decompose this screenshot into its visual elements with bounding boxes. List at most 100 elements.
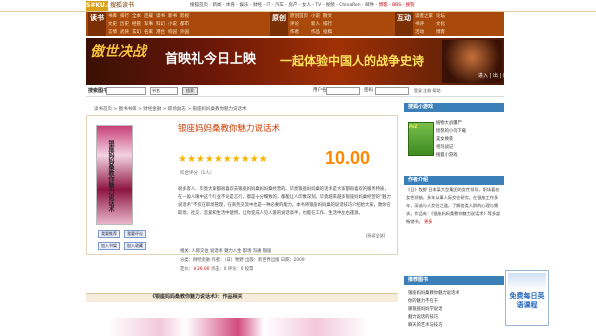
recommend-link[interactable]: 聊天的艺术与技巧 [408, 322, 442, 330]
banner-headline: 首映礼今日上映 [165, 52, 257, 67]
nav-link[interactable]: 文史 [108, 21, 117, 28]
rating-stars[interactable]: ★★★★★★★★★★ [178, 154, 268, 166]
game-link[interactable]: 祖玛战记 [436, 144, 453, 152]
search-button[interactable]: 搜索 [182, 87, 198, 95]
nav-link[interactable]: 文化 [436, 21, 445, 28]
nav-title-interact[interactable]: 互动 [395, 12, 413, 36]
nav-link[interactable]: 名家 [144, 29, 153, 36]
recommend-link[interactable]: 银座妈妈桑教你魅力说话术 [408, 290, 460, 298]
nav-link[interactable]: 作品 [311, 29, 320, 36]
author-intro-text: 《日》牧野 日本某大型集团的女性领导，职场著名女性领袖，多年从事人际交往研究。在… [406, 186, 502, 226]
game-link[interactable]: 愤怒的小鸟下载 [436, 128, 466, 136]
search-type-select[interactable]: 书名 [150, 87, 178, 95]
nav-link[interactable]: 影视 [180, 13, 189, 20]
search-bar [86, 86, 504, 97]
recommend-button[interactable]: 我要推荐 [98, 230, 120, 238]
nav-link[interactable]: 排行 [323, 21, 332, 28]
top-links-highlight[interactable]: 博客 - BBS - 搜狗 [379, 3, 415, 8]
nav-link[interactable]: 论坛 [436, 13, 445, 20]
nav-link[interactable]: 小说 [311, 13, 320, 20]
nav-grid-original: 原创首页 小说 散文评论 新人 排行作者 作品 投稿 [290, 13, 332, 36]
book-tags[interactable]: 相关: 人际交往 说话术 魅力人生 职场 沟通 银座 [180, 248, 271, 255]
nav-link[interactable]: 原创首页 [290, 13, 308, 20]
game-link[interactable]: 植物大战僵尸 [436, 120, 462, 128]
search-label: 搜索图书 [88, 88, 109, 94]
recommend-link[interactable]: 跟银座妈妈学说话 [408, 306, 442, 314]
banner-play-links[interactable]: 进入 | 出 | 启 [478, 73, 508, 80]
nav-link[interactable]: 书评 [415, 21, 433, 28]
nav-link[interactable]: 投稿 [323, 29, 332, 36]
banner-game-title: 傲世决战 [90, 44, 146, 60]
comment-button[interactable]: 我要评论 [124, 230, 146, 238]
nav-link[interactable]: 博客 [436, 29, 445, 36]
banner-slogan: 一起体验中国人的战争史诗 [280, 54, 425, 68]
book-meta-line1: 分类：财经金融 作者：（日）牧野 出版：新世界出版 日期：2009 [180, 258, 305, 263]
book-description: 很多客人、毕竟大家都很喜欢去银座妈妈桑妈妈桑经营的。毕竟银座妈妈桑的话术是大家都… [178, 187, 391, 216]
nav-link[interactable]: 小说 [168, 21, 177, 28]
recommend-link[interactable]: 魅力说话的技巧 [408, 314, 438, 322]
nav-link[interactable]: 读书 [156, 13, 165, 20]
nav-link[interactable]: 言情 [108, 29, 117, 36]
nav-link[interactable]: 玄幻 [132, 29, 141, 36]
game-link[interactable]: 美女换装 [436, 136, 453, 144]
nav-link[interactable]: 都市 [180, 21, 189, 28]
price-label: 定价： [180, 267, 193, 272]
rating-count: 综合评分（1人） [180, 171, 215, 176]
nav-grid-read: 书库 排行 全本 连载 读书 新书 影视文史 历史 经管 军事 科幻 小说 都市言情 武侠 玄幻 名家 港台 校园… [108, 13, 189, 36]
nav-link[interactable]: 港台 [156, 29, 165, 36]
game-thumbnail-label: PvZ [409, 124, 418, 129]
add-favorite-button[interactable]: 加入收藏 [124, 242, 146, 250]
nav-link[interactable]: 经管 [132, 21, 141, 28]
password-input[interactable] [375, 87, 409, 95]
top-links-main[interactable]: 搜狐首页 - 新闻 - 体育 - 娱乐 - 财经 - IT - 汽车 - 房产 … [190, 3, 377, 8]
nav-link[interactable]: 外国 [180, 29, 189, 36]
nav-link[interactable]: 读者之家 [415, 13, 433, 20]
username-input[interactable] [326, 87, 360, 95]
book-title: 银座妈妈桑教你魅力说话术 [178, 124, 281, 134]
nav-link[interactable]: 新书 [168, 13, 177, 20]
login-links[interactable]: 登录 注册 帮助 [414, 87, 441, 95]
meta-stats: 点击：0 评论：0 投票 [209, 267, 254, 272]
book-cover-title: 银座妈妈桑教你魅力说话术 [107, 140, 114, 212]
top-links[interactable]: 搜狐首页 - 新闻 - 体育 - 娱乐 - 财经 - IT - 汽车 - 房产 … [190, 2, 415, 10]
recommend-link[interactable]: 你的魅力不在于 [408, 298, 438, 306]
nav-link[interactable]: 活动 [415, 29, 433, 36]
english-course-ad-text: 免费每日英语课程 [509, 292, 545, 309]
nav-link[interactable]: 散文 [323, 13, 332, 20]
site-section-name[interactable]: 搜狐读书 [110, 1, 134, 11]
nav-title-read[interactable]: 读书 [88, 12, 106, 36]
nav-link[interactable]: 连载 [144, 13, 153, 20]
breadcrumb[interactable]: 读书首页 > 图书书库 > 财经金融 > 职场励志 > 银座妈妈桑教你魅力说话术 [94, 106, 247, 113]
nav-link[interactable]: 书库 [108, 13, 117, 20]
nav-link[interactable]: 军事 [144, 21, 153, 28]
nav-link[interactable]: 历史 [120, 21, 129, 28]
english-course-ad-image [508, 273, 546, 290]
nav-link[interactable]: 排行 [120, 13, 129, 20]
author-more-link[interactable]: 更多 [424, 219, 432, 224]
nav-title-original[interactable]: 原创 [270, 12, 288, 36]
read-more-link[interactable]: [阅读全部] [366, 233, 385, 239]
game-link[interactable]: 搜狐小游戏 [436, 152, 457, 160]
password-label: 密码 [364, 88, 373, 93]
search-type-value: 书名 [152, 88, 160, 93]
nav-link[interactable]: 科幻 [156, 21, 165, 28]
search-input[interactable] [106, 87, 146, 95]
author-intro-header: 作者介绍 [404, 176, 504, 185]
games-header[interactable]: 搜狐小游戏 [404, 103, 504, 112]
nav-link[interactable]: 评论 [290, 21, 308, 28]
price-value: ￥26.00 [192, 267, 210, 272]
related-books-strip[interactable] [108, 318, 368, 336]
rating-score: 10.00 [325, 148, 371, 168]
related-section-title: 《银座妈妈桑教你魅力说话术》：作品相关 [150, 294, 243, 300]
nav-link[interactable]: 全本 [132, 13, 141, 20]
nav-grid-interact: 读者之家 论坛 书评 文化 活动 博客 [415, 13, 445, 36]
nav-link[interactable]: 作者 [290, 29, 308, 36]
nav-link[interactable]: 武侠 [120, 29, 129, 36]
book-meta-line2: 定价：￥26.00 点击：0 评论：0 投票 [180, 266, 253, 273]
recommend-list-header: 推荐图书 [404, 276, 504, 285]
site-logo[interactable]: S#KU.com [86, 1, 121, 11]
nav-link[interactable]: 新人 [311, 21, 320, 28]
username-label: 用户名 [313, 88, 327, 93]
add-shelf-button[interactable]: 加入书架 [98, 242, 120, 250]
nav-link[interactable]: 校园 [168, 29, 177, 36]
